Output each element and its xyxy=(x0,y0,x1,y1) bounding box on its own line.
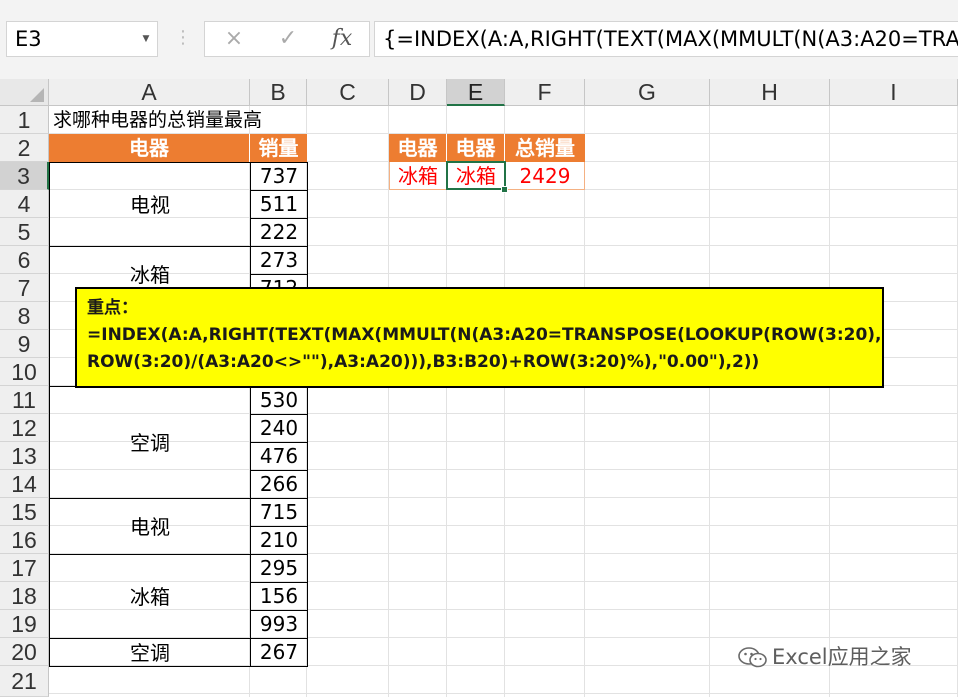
row-header-19[interactable]: 19 xyxy=(0,610,49,638)
column-header-e[interactable]: E xyxy=(447,79,505,106)
row-header-4[interactable]: 4 xyxy=(0,190,49,218)
header-cell-a2[interactable]: 电器 xyxy=(49,134,250,162)
callout-line-2: ROW(3:20)/(A3:A20<>""),A3:A20))),B3:B20)… xyxy=(87,352,760,372)
callout-line-1: =INDEX(A:A,RIGHT(TEXT(MAX(MMULT(N(A3:A20… xyxy=(87,325,882,345)
sales-cell[interactable]: 273 xyxy=(250,246,308,275)
formula-input[interactable]: {=INDEX(A:A,RIGHT(TEXT(MAX(MMULT(N(A3:A2… xyxy=(374,21,958,57)
column-header-h[interactable]: H xyxy=(710,79,830,106)
drag-handle-icon[interactable]: ⋮ xyxy=(174,21,192,57)
name-box[interactable]: E3 xyxy=(6,21,158,57)
column-header-b[interactable]: B xyxy=(250,79,307,106)
row-header-8[interactable]: 8 xyxy=(0,302,49,330)
callout-title: 重点： xyxy=(87,298,138,318)
row-header-16[interactable]: 16 xyxy=(0,526,49,554)
row-header-14[interactable]: 14 xyxy=(0,470,49,498)
row-header-18[interactable]: 18 xyxy=(0,582,49,610)
row-header-10[interactable]: 10 xyxy=(0,358,49,386)
merged-cell-group[interactable]: 电视 xyxy=(49,162,251,247)
row-header-7[interactable]: 7 xyxy=(0,274,49,302)
cell-a1[interactable]: 求哪种电器的总销量最高 xyxy=(49,106,309,134)
select-all-triangle-icon xyxy=(30,88,44,102)
watermark: Excel应用之家 xyxy=(738,640,938,674)
row-header-6[interactable]: 6 xyxy=(0,246,49,274)
row-header-12[interactable]: 12 xyxy=(0,414,49,442)
column-header-d[interactable]: D xyxy=(389,79,447,106)
chevron-down-icon[interactable]: ▼ xyxy=(138,21,154,57)
row-header-3[interactable]: 3 xyxy=(0,162,49,190)
row-header-5[interactable]: 5 xyxy=(0,218,49,246)
column-header-f[interactable]: F xyxy=(505,79,585,106)
sales-cell[interactable]: 295 xyxy=(250,554,308,583)
formula-buttons: × ✓ fx xyxy=(204,21,370,57)
sales-cell[interactable]: 267 xyxy=(250,638,308,667)
fill-handle[interactable] xyxy=(501,186,508,193)
header-cell-b2[interactable]: 销量 xyxy=(250,134,307,162)
insert-function-icon[interactable]: fx xyxy=(317,22,367,56)
row-header-9[interactable]: 9 xyxy=(0,330,49,358)
sales-cell[interactable]: 476 xyxy=(250,442,308,471)
row-header-21[interactable]: 21 xyxy=(0,666,49,697)
result-cell-f3[interactable]: 2429 xyxy=(505,162,585,190)
sales-cell[interactable]: 530 xyxy=(250,386,308,415)
callout-note: 重点： =INDEX(A:A,RIGHT(TEXT(MAX(MMULT(N(A3… xyxy=(75,287,884,388)
sales-cell[interactable]: 511 xyxy=(250,190,308,219)
watermark-text: Excel应用之家 xyxy=(772,645,912,669)
row-header-13[interactable]: 13 xyxy=(0,442,49,470)
sales-cell[interactable]: 240 xyxy=(250,414,308,443)
sales-cell[interactable]: 993 xyxy=(250,610,308,639)
merged-cell-group[interactable]: 空调 xyxy=(49,386,251,499)
column-header-g[interactable]: G xyxy=(585,79,710,106)
column-header-a[interactable]: A xyxy=(49,79,250,106)
merged-cell-group[interactable]: 冰箱 xyxy=(49,554,251,639)
column-header-c[interactable]: C xyxy=(307,79,389,106)
check-icon[interactable]: ✓ xyxy=(263,22,313,56)
row-header-20[interactable]: 20 xyxy=(0,638,49,666)
row-header-1[interactable]: 1 xyxy=(0,106,49,134)
row-header-15[interactable]: 15 xyxy=(0,498,49,526)
selected-cell-e3[interactable] xyxy=(446,161,506,190)
sales-cell[interactable]: 210 xyxy=(250,526,308,555)
row-header-11[interactable]: 11 xyxy=(0,386,49,414)
result-header-d2[interactable]: 电器 xyxy=(389,134,447,162)
cancel-icon[interactable]: × xyxy=(209,22,259,56)
sales-cell[interactable]: 266 xyxy=(250,470,308,499)
result-header-e2[interactable]: 电器 xyxy=(447,134,505,162)
column-header-i[interactable]: I xyxy=(830,79,958,106)
wechat-icon xyxy=(738,647,767,668)
sales-cell[interactable]: 222 xyxy=(250,218,308,247)
gridline-h xyxy=(49,693,958,694)
result-cell-d3[interactable]: 冰箱 xyxy=(389,162,447,190)
result-header-f2[interactable]: 总销量 xyxy=(505,134,585,162)
row-header-17[interactable]: 17 xyxy=(0,554,49,582)
merged-cell-group[interactable]: 电视 xyxy=(49,498,251,555)
sales-cell[interactable]: 156 xyxy=(250,582,308,611)
merged-cell-group[interactable]: 空调 xyxy=(49,638,251,667)
sales-cell[interactable]: 715 xyxy=(250,498,308,527)
row-header-2[interactable]: 2 xyxy=(0,134,49,162)
sales-cell[interactable]: 737 xyxy=(250,162,308,191)
